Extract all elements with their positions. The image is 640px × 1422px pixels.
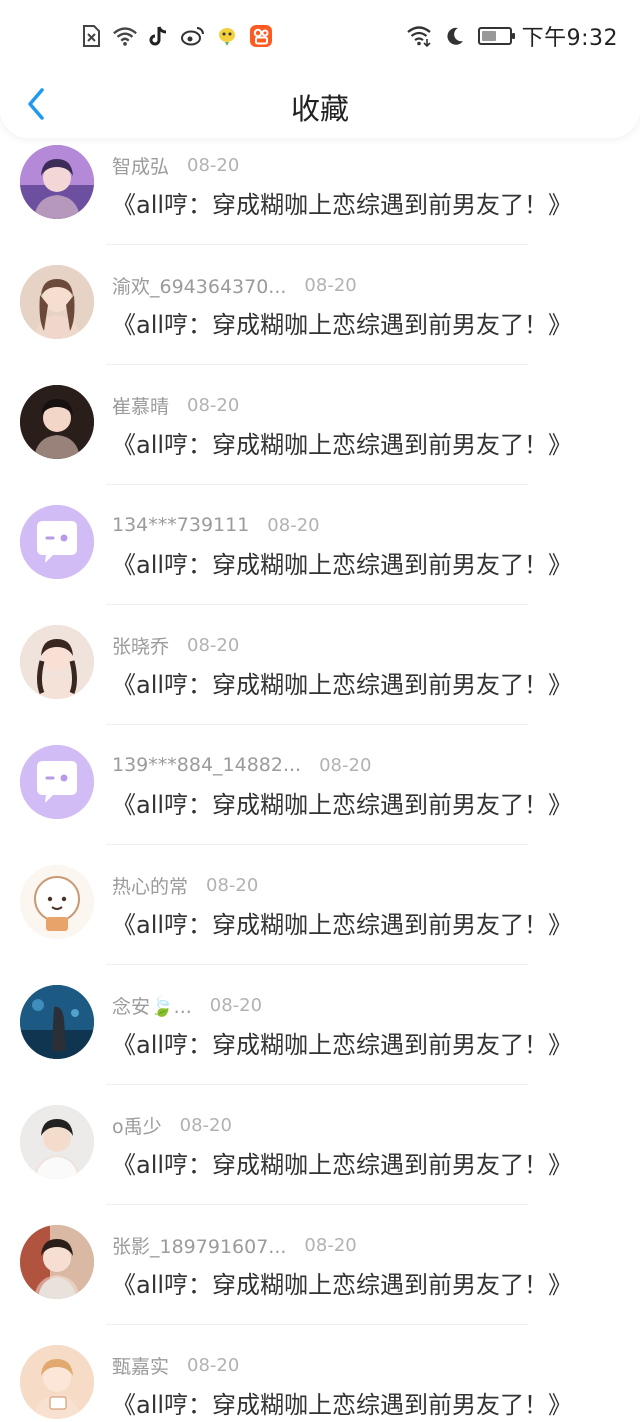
book-title[interactable]: 《all哼：穿成糊咖上恋综遇到前男友了！》 — [112, 305, 572, 340]
user-avatar[interactable] — [20, 145, 94, 219]
wifi-signal-icon — [406, 23, 432, 49]
user-avatar[interactable] — [20, 865, 94, 939]
user-avatar[interactable] — [20, 745, 94, 819]
favorite-item[interactable]: 张影_189791607... 08-20 《all哼：穿成糊咖上恋综遇到前男友了！… — [0, 1205, 640, 1325]
item-meta: 张晓乔 08-20 — [112, 632, 239, 658]
weibo-icon — [180, 23, 206, 49]
user-avatar[interactable] — [20, 1345, 94, 1419]
favorite-date: 08-20 — [304, 1234, 357, 1256]
item-meta: 甄嘉实 08-20 — [112, 1352, 239, 1378]
favorite-item[interactable]: 134***739111 08-20 《all哼：穿成糊咖上恋综遇到前男友了！》 — [0, 485, 640, 605]
user-avatar[interactable] — [20, 1105, 94, 1179]
favorite-date: 08-20 — [187, 154, 240, 176]
kuaishou-icon — [248, 23, 274, 49]
username[interactable]: 渝欢_694364370... — [112, 272, 286, 299]
username[interactable]: 热心的常 — [112, 872, 188, 899]
user-avatar[interactable] — [20, 385, 94, 459]
item-meta: 渝欢_694364370... 08-20 — [112, 272, 357, 298]
username[interactable]: 张影_189791607... — [112, 1232, 286, 1259]
favorites-screen: 下午9:32 收藏 智成弘 08-20 《all哼：穿成糊咖上恋综遇到前男友了！》 … — [0, 0, 640, 1422]
nav-bar: 收藏 — [0, 72, 640, 138]
book-title[interactable]: 《all哼：穿成糊咖上恋综遇到前男友了！》 — [112, 1145, 572, 1180]
page-title: 收藏 — [290, 92, 349, 126]
book-title[interactable]: 《all哼：穿成糊咖上恋综遇到前男友了！》 — [112, 185, 572, 220]
item-meta: 热心的常 08-20 — [112, 872, 258, 898]
battery-icon — [477, 27, 515, 45]
favorite-item[interactable]: 张晓乔 08-20 《all哼：穿成糊咖上恋综遇到前男友了！》 — [0, 605, 640, 725]
favorite-date: 08-20 — [304, 274, 357, 296]
bird-app-icon — [214, 23, 240, 49]
book-title[interactable]: 《all哼：穿成糊咖上恋综遇到前男友了！》 — [112, 425, 572, 460]
username[interactable]: 崔慕晴 — [112, 392, 169, 419]
favorite-date: 08-20 — [209, 994, 263, 1016]
favorite-date: 08-20 — [187, 1354, 240, 1376]
item-meta: 张影_189791607... 08-20 — [112, 1232, 357, 1258]
book-title[interactable]: 《all哼：穿成糊咖上恋综遇到前男友了！》 — [112, 1025, 572, 1060]
username[interactable]: 念安🍃... — [112, 992, 192, 1019]
favorite-item[interactable]: 崔慕晴 08-20 《all哼：穿成糊咖上恋综遇到前男友了！》 — [0, 365, 640, 485]
user-avatar[interactable] — [20, 1225, 94, 1299]
user-avatar[interactable] — [20, 985, 94, 1059]
user-avatar[interactable] — [20, 505, 94, 579]
item-meta: 139***884_14882... 08-20 — [112, 752, 371, 778]
wifi-icon — [112, 23, 138, 49]
user-avatar[interactable] — [20, 265, 94, 339]
item-meta: 134***739111 08-20 — [112, 512, 320, 538]
book-title[interactable]: 《all哼：穿成糊咖上恋综遇到前男友了！》 — [112, 905, 572, 940]
status-bar: 下午9:32 — [0, 0, 640, 72]
username[interactable]: 甄嘉实 — [112, 1352, 169, 1379]
favorite-item[interactable]: 智成弘 08-20 《all哼：穿成糊咖上恋综遇到前男友了！》 — [0, 125, 640, 245]
favorite-date: 08-20 — [187, 634, 240, 656]
moon-icon — [442, 23, 468, 49]
favorite-date: 08-20 — [267, 514, 320, 536]
favorite-item[interactable]: 热心的常 08-20 《all哼：穿成糊咖上恋综遇到前男友了！》 — [0, 845, 640, 965]
book-title[interactable]: 《all哼：穿成糊咖上恋综遇到前男友了！》 — [112, 545, 572, 580]
book-title[interactable]: 《all哼：穿成糊咖上恋综遇到前男友了！》 — [112, 785, 572, 820]
favorite-item[interactable]: 139***884_14882... 08-20 《all哼：穿成糊咖上恋综遇到前男… — [0, 725, 640, 845]
item-meta: 智成弘 08-20 — [112, 152, 239, 178]
sim-off-icon — [78, 23, 104, 49]
username[interactable]: 智成弘 — [112, 152, 169, 179]
book-title[interactable]: 《all哼：穿成糊咖上恋综遇到前男友了！》 — [112, 665, 572, 700]
status-notification-icons — [78, 20, 274, 52]
favorite-item[interactable]: 甄嘉实 08-20 《all哼：穿成糊咖上恋综遇到前男友了！》 — [0, 1325, 640, 1422]
user-avatar[interactable] — [20, 625, 94, 699]
status-time: 下午9:32 — [521, 26, 618, 51]
book-title[interactable]: 《all哼：穿成糊咖上恋综遇到前男友了！》 — [112, 1265, 572, 1300]
favorite-date: 08-20 — [179, 1114, 232, 1136]
favorite-date: 08-20 — [319, 754, 372, 776]
favorites-list: 智成弘 08-20 《all哼：穿成糊咖上恋综遇到前男友了！》 渝欢_6943643… — [0, 125, 640, 1422]
item-meta: 崔慕晴 08-20 — [112, 392, 239, 418]
username[interactable]: o禹少 — [112, 1112, 162, 1139]
book-title[interactable]: 《all哼：穿成糊咖上恋综遇到前男友了！》 — [112, 1385, 572, 1420]
favorite-item[interactable]: 渝欢_694364370... 08-20 《all哼：穿成糊咖上恋综遇到前男友了！… — [0, 245, 640, 365]
username[interactable]: 139***884_14882... — [112, 754, 301, 776]
username[interactable]: 134***739111 — [112, 514, 249, 536]
battery-level-fill — [481, 31, 496, 41]
tiktok-icon — [146, 23, 172, 49]
item-meta: 念安🍃... 08-20 — [112, 992, 262, 1018]
favorite-date: 08-20 — [206, 874, 259, 896]
favorite-item[interactable]: 念安🍃... 08-20 《all哼：穿成糊咖上恋综遇到前男友了！》 — [0, 965, 640, 1085]
favorite-item[interactable]: o禹少 08-20 《all哼：穿成糊咖上恋综遇到前男友了！》 — [0, 1085, 640, 1205]
favorite-date: 08-20 — [187, 394, 240, 416]
status-system-icons: 下午9:32 — [406, 20, 618, 52]
item-meta: o禹少 08-20 — [112, 1112, 232, 1138]
username[interactable]: 张晓乔 — [112, 632, 169, 659]
header-card: 下午9:32 收藏 — [0, 0, 640, 138]
